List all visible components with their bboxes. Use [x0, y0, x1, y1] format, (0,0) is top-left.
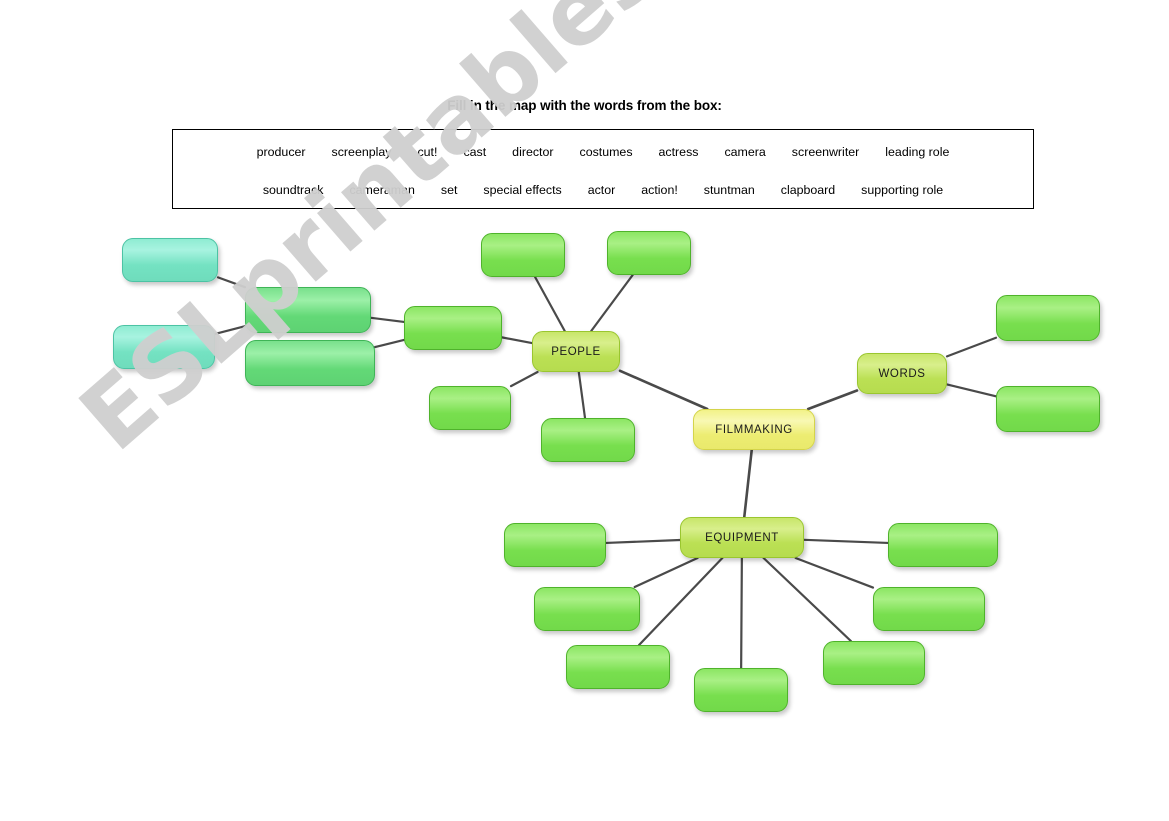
- answer-blank-3[interactable]: [429, 386, 511, 430]
- answer-blank-7[interactable]: [122, 238, 218, 282]
- mind-map-connector: [633, 556, 699, 589]
- mind-map-connector: [216, 276, 247, 289]
- answer-blank-15[interactable]: [566, 645, 670, 689]
- answer-blank-14[interactable]: [873, 587, 985, 631]
- answer-blank-0[interactable]: [481, 233, 565, 277]
- mind-map-connector: [742, 448, 754, 519]
- answer-blank-10[interactable]: [996, 386, 1100, 432]
- mind-map-connector: [762, 556, 852, 643]
- mind-map-connector: [509, 370, 539, 388]
- node-equipment: EQUIPMENT: [680, 517, 804, 558]
- answer-blank-16[interactable]: [823, 641, 925, 685]
- mind-map-connector: [637, 556, 724, 647]
- mind-map-connector: [373, 338, 406, 349]
- answer-blank-2[interactable]: [404, 306, 502, 350]
- mind-map-connector: [500, 336, 534, 345]
- mind-map-connector: [806, 389, 859, 411]
- answer-blank-5[interactable]: [245, 287, 371, 333]
- answer-blank-17[interactable]: [694, 668, 788, 712]
- mind-map-connector: [604, 538, 682, 545]
- node-people: PEOPLE: [532, 331, 620, 372]
- mind-map-edges: [213, 273, 998, 670]
- mind-map-connector: [369, 316, 406, 324]
- node-words: WORDS: [857, 353, 947, 394]
- answer-blank-6[interactable]: [245, 340, 375, 386]
- mind-map-connector: [533, 275, 566, 333]
- mind-map-connector: [590, 273, 634, 333]
- mind-map-connector: [945, 383, 998, 398]
- mind-map-connector: [577, 370, 587, 420]
- answer-blank-9[interactable]: [996, 295, 1100, 341]
- mind-map-connector: [618, 369, 709, 411]
- answer-blank-4[interactable]: [541, 418, 635, 462]
- node-filmmaking: FILMMAKING: [693, 409, 815, 450]
- answer-blank-1[interactable]: [607, 231, 691, 275]
- answer-blank-11[interactable]: [504, 523, 606, 567]
- mind-map-connector: [740, 556, 743, 670]
- mind-map-connector: [794, 556, 875, 589]
- answer-blank-13[interactable]: [534, 587, 640, 631]
- mind-map-connector: [213, 325, 247, 335]
- worksheet-page: Fill in the map with the words from the …: [0, 0, 1169, 821]
- mind-map: PEOPLE WORDS EQUIPMENT FILMMAKING: [0, 0, 1169, 821]
- mind-map-connector: [945, 336, 998, 358]
- answer-blank-12[interactable]: [888, 523, 998, 567]
- answer-blank-8[interactable]: [113, 325, 215, 369]
- mind-map-connector: [802, 538, 890, 545]
